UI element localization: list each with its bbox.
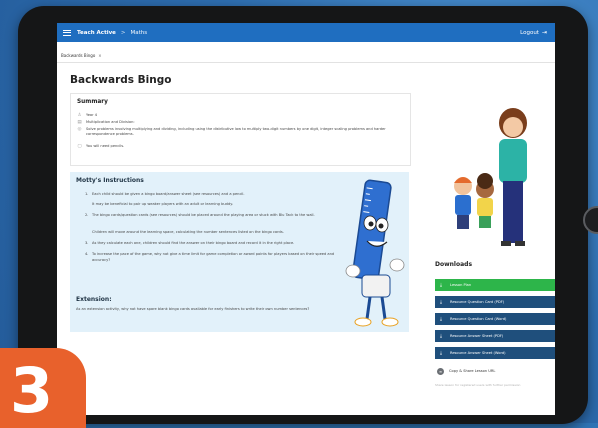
instruction-note: Children will move around the learning s… bbox=[92, 230, 347, 236]
summary-row: ♙ Year 4 bbox=[77, 113, 406, 118]
step-text: The bingo cards/question cards (see reso… bbox=[92, 213, 315, 217]
download-icon: ⤓ bbox=[440, 300, 442, 305]
step-number: 3. bbox=[85, 241, 89, 245]
step-text: Each child should be given a bingo board… bbox=[92, 192, 245, 196]
step-number: 1. bbox=[85, 192, 89, 196]
tab-label: Backwards Bingo bbox=[61, 52, 96, 58]
clipboard-icon: ▢ bbox=[77, 144, 82, 149]
extension-text: As an extension activity, why not have s… bbox=[76, 307, 310, 311]
brand-link[interactable]: Teach Active bbox=[77, 30, 116, 36]
instructions-heading: Motty's Instructions bbox=[76, 177, 144, 184]
book-icon: ▤ bbox=[77, 120, 82, 125]
hamburger-menu-icon[interactable] bbox=[63, 29, 71, 36]
instruction-step: 1. Each child should be given a bingo bo… bbox=[85, 192, 347, 198]
instruction-note: It may be beneficial to pair up weaker p… bbox=[92, 202, 347, 208]
page-title: Backwards Bingo bbox=[70, 74, 172, 86]
extension-heading: Extension: bbox=[76, 296, 112, 303]
step-text: To increase the pace of the game, why no… bbox=[92, 252, 335, 262]
summary-resources: You will need pencils. bbox=[86, 144, 125, 148]
download-icon: ⤓ bbox=[440, 334, 442, 339]
download-answer-sheet-word-button[interactable]: ⤓ Resource Answer Sheet (Word) bbox=[435, 347, 555, 359]
copy-share-url-button[interactable]: ∞ Copy & Share Lesson URL bbox=[435, 365, 555, 377]
summary-topic: Multiplication and Division: bbox=[86, 120, 135, 124]
summary-objective: Solve problems involving multiplying and… bbox=[86, 127, 386, 136]
instruction-step: 4. To increase the pace of the game, why… bbox=[85, 252, 347, 263]
target-icon: ◎ bbox=[77, 127, 82, 132]
download-icon: ⤓ bbox=[440, 317, 442, 322]
divider bbox=[57, 62, 555, 63]
share-link-icon: ∞ bbox=[437, 367, 444, 375]
summary-heading: Summary bbox=[77, 99, 108, 105]
breadcrumb-separator: > bbox=[120, 29, 126, 36]
instruction-step: 2. The bingo cards/question cards (see r… bbox=[85, 213, 347, 219]
step-number-badge-label: 3 bbox=[10, 354, 54, 427]
logout-button[interactable]: Logout ⇥ bbox=[520, 23, 547, 42]
download-label: Lesson Plan bbox=[450, 283, 472, 287]
downloads-heading: Downloads bbox=[435, 261, 473, 268]
step-number: 2. bbox=[85, 213, 89, 217]
step-text: Children will move around the learning s… bbox=[92, 230, 284, 234]
download-label: Resource Question Card (PDF) bbox=[450, 300, 505, 304]
home-button[interactable] bbox=[583, 206, 598, 234]
summary-row: ▤ Multiplication and Division: bbox=[77, 120, 406, 125]
logout-label: Logout bbox=[520, 29, 539, 36]
teacher-children-illustration bbox=[454, 108, 527, 246]
download-question-card-pdf-button[interactable]: ⤓ Resource Question Card (PDF) bbox=[435, 296, 555, 308]
top-navbar: Teach Active > Maths Logout ⇥ bbox=[57, 23, 555, 42]
tab-close-icon[interactable]: × bbox=[98, 53, 101, 58]
person-icon: ♙ bbox=[77, 113, 82, 118]
share-fine-print: Share lesson for registered users with f… bbox=[435, 383, 521, 387]
open-tab[interactable]: Backwards Bingo × bbox=[57, 50, 102, 60]
breadcrumb-maths[interactable]: Maths bbox=[131, 30, 148, 36]
summary-card: Summary ♙ Year 4 ▤ Multiplication and Di… bbox=[70, 93, 411, 166]
app-screen: Teach Active > Maths Logout ⇥ Backwards … bbox=[57, 23, 555, 415]
instructions-panel: Motty's Instructions 1. Each child shoul… bbox=[70, 172, 409, 332]
download-label: Resource Answer Sheet (Word) bbox=[450, 351, 506, 355]
summary-row: ▢ You will need pencils. bbox=[77, 144, 406, 149]
step-text: As they calculate each one, children sho… bbox=[92, 241, 295, 245]
download-answer-sheet-pdf-button[interactable]: ⤓ Resource Answer Sheet (PDF) bbox=[435, 330, 555, 342]
instruction-step: 3. As they calculate each one, children … bbox=[85, 241, 347, 247]
download-label: Resource Question Card (Word) bbox=[450, 317, 507, 321]
download-label: Resource Answer Sheet (PDF) bbox=[450, 334, 504, 338]
motty-ruler-mascot bbox=[345, 179, 405, 327]
summary-year: Year 4 bbox=[86, 113, 98, 117]
share-label: Copy & Share Lesson URL bbox=[449, 369, 496, 373]
summary-row: ◎ Solve problems involving multiplying a… bbox=[77, 127, 406, 137]
download-icon: ⤓ bbox=[440, 351, 442, 356]
logout-icon: ⇥ bbox=[541, 29, 547, 36]
step-text: It may be beneficial to pair up weaker p… bbox=[92, 202, 233, 206]
download-question-card-word-button[interactable]: ⤓ Resource Question Card (Word) bbox=[435, 313, 555, 325]
download-icon: ⤓ bbox=[440, 283, 442, 288]
download-lesson-plan-button[interactable]: ⤓ Lesson Plan bbox=[435, 279, 555, 291]
step-number: 4. bbox=[85, 252, 89, 256]
